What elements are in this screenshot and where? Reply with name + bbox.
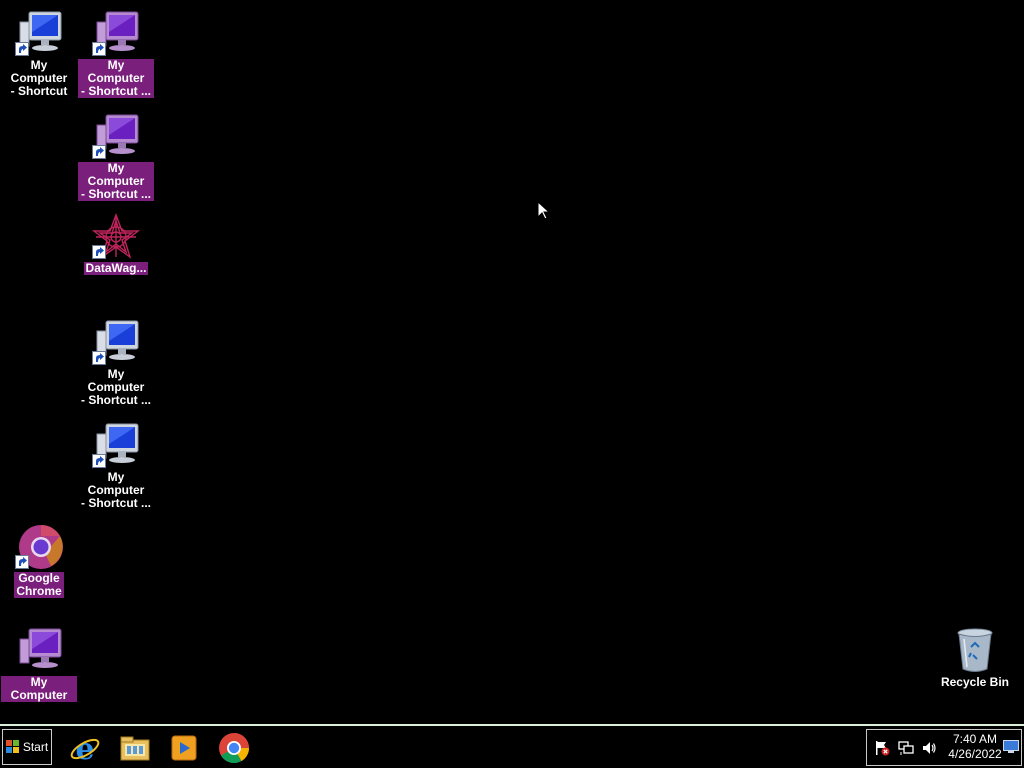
desktop-icon-label: My Computer - Shortcut: [10, 58, 68, 98]
desktop-icon-label: Google Chrome: [14, 571, 64, 598]
clock[interactable]: 7:40 AM 4/26/2022: [941, 732, 1009, 762]
taskbar-media-player[interactable]: [166, 730, 202, 766]
desktop-icon-label: My Computer - Shortcut ...: [81, 367, 151, 407]
system-tray: 7:40 AM 4/26/2022: [866, 729, 1022, 766]
computer-icon: [92, 10, 140, 58]
chrome-icon: [15, 523, 63, 571]
internet-explorer-icon: e: [70, 732, 100, 764]
taskbar-internet-explorer[interactable]: e: [67, 730, 103, 766]
taskbar-chrome[interactable]: [216, 730, 252, 766]
desktop-icon-my-computer-shortcut-3[interactable]: My Computer - Shortcut ...: [78, 113, 154, 201]
shortcut-arrow-icon: [92, 145, 106, 159]
computer-icon: [92, 422, 140, 470]
desktop-icon-label: My Computer - Shortcut ...: [81, 470, 151, 510]
windows-logo-icon: [5, 740, 19, 753]
volume-icon[interactable]: [921, 740, 937, 756]
desktop-icon-datawagon[interactable]: DataWag...: [78, 213, 154, 275]
desktop-icon-recycle-bin[interactable]: Recycle Bin: [937, 627, 1013, 689]
desktop-icon-label: DataWag...: [83, 261, 149, 275]
datawagon-icon: [91, 213, 141, 261]
shortcut-arrow-icon: [15, 555, 29, 569]
show-desktop-icon[interactable]: [1003, 740, 1019, 754]
computer-icon: [92, 113, 140, 161]
taskbar-file-explorer[interactable]: [117, 730, 153, 766]
media-player-icon: [171, 735, 197, 761]
desktop-icon-my-computer[interactable]: My Computer: [1, 627, 77, 702]
shortcut-arrow-icon: [92, 42, 106, 56]
computer-icon: [15, 627, 63, 675]
desktop[interactable]: My Computer - Shortcut My Computer - Sho…: [0, 0, 1024, 724]
start-button[interactable]: Start: [2, 729, 52, 765]
chrome-icon: [219, 733, 249, 764]
recycle-bin-icon: [951, 627, 999, 675]
desktop-icon-label: My Computer - Shortcut ...: [78, 59, 154, 98]
clock-date: 4/26/2022: [948, 747, 1002, 761]
desktop-icon-label: Recycle Bin: [940, 675, 1010, 689]
desktop-icon-my-computer-shortcut-1[interactable]: My Computer - Shortcut: [1, 10, 77, 98]
shortcut-arrow-icon: [15, 42, 29, 56]
desktop-icon-my-computer-shortcut-2[interactable]: My Computer - Shortcut ...: [78, 10, 154, 98]
desktop-icon-label: My Computer - Shortcut ...: [78, 162, 154, 201]
mouse-cursor-icon: [537, 200, 551, 221]
file-explorer-icon: [120, 736, 150, 761]
start-label: Start: [22, 740, 49, 754]
shortcut-arrow-icon: [92, 351, 106, 365]
taskbar: Start e 7:40 AM 4/26/2022: [0, 724, 1024, 768]
desktop-icon-my-computer-shortcut-4[interactable]: My Computer - Shortcut ...: [78, 319, 154, 407]
computer-icon: [15, 10, 63, 58]
desktop-icon-label: My Computer: [1, 676, 77, 702]
svg-text:e: e: [75, 732, 94, 764]
action-center-flag-icon[interactable]: [874, 740, 890, 756]
clock-time: 7:40 AM: [952, 732, 998, 746]
shortcut-arrow-icon: [92, 245, 106, 259]
desktop-icon-google-chrome[interactable]: Google Chrome: [1, 523, 77, 598]
shortcut-arrow-icon: [92, 454, 106, 468]
network-icon[interactable]: [898, 740, 914, 756]
desktop-icon-my-computer-shortcut-5[interactable]: My Computer - Shortcut ...: [78, 422, 154, 510]
computer-icon: [92, 319, 140, 367]
